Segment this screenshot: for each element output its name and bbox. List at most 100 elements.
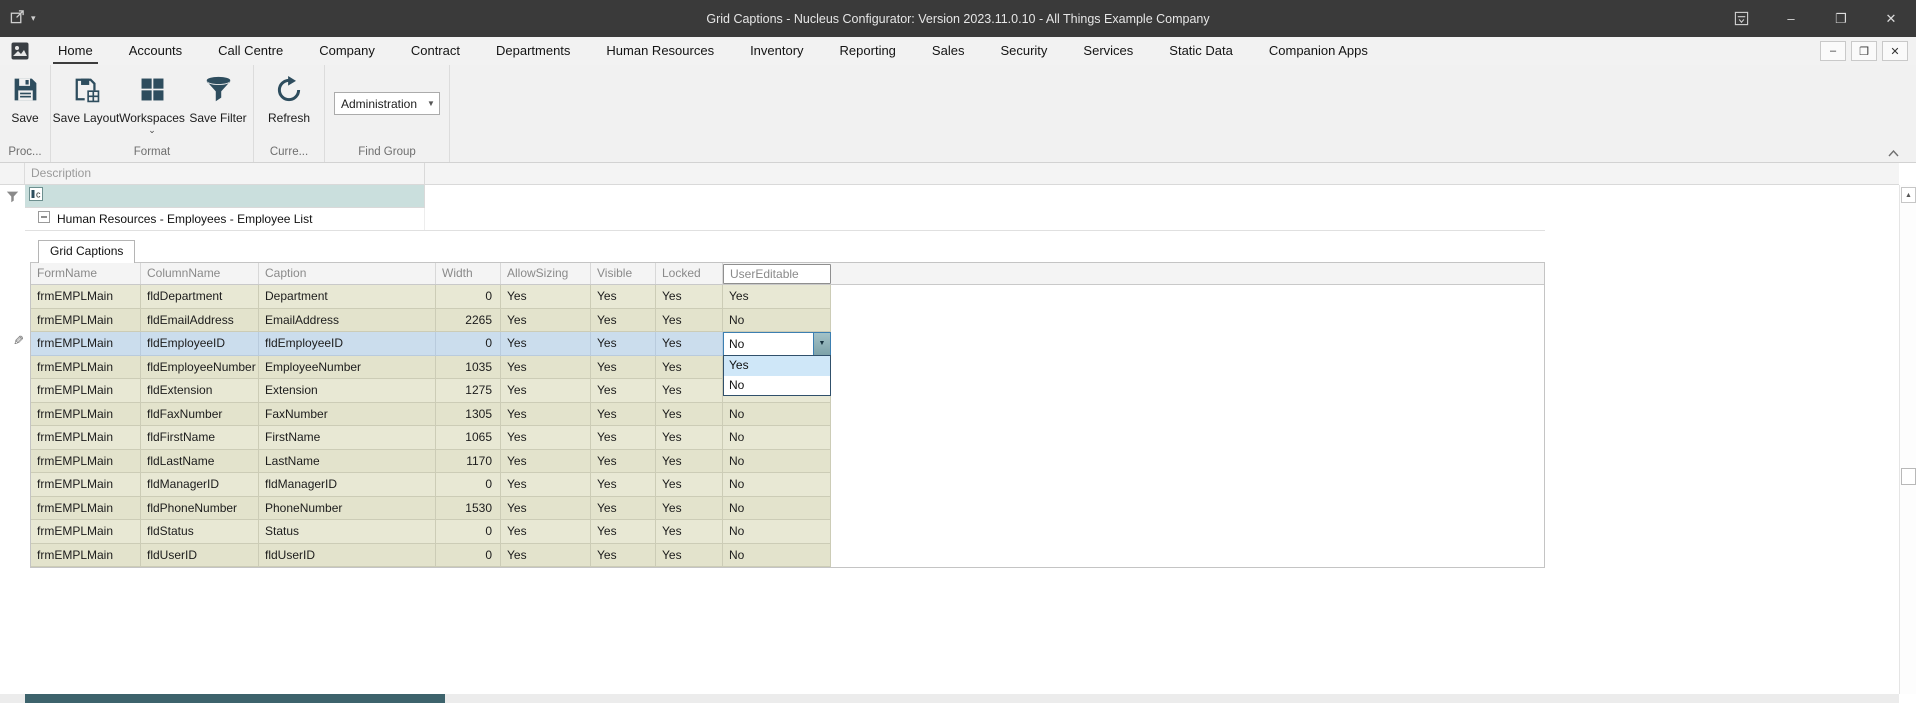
cell[interactable]: Yes: [501, 520, 591, 544]
cell[interactable]: Yes: [656, 449, 723, 473]
scroll-up-icon[interactable]: ▲: [1901, 187, 1916, 203]
cell[interactable]: 1305: [436, 402, 501, 426]
cell[interactable]: FirstName: [259, 426, 436, 450]
cell[interactable]: No: [723, 426, 831, 450]
column-header-usereditable[interactable]: UserEditable: [723, 264, 831, 284]
cell[interactable]: Yes: [501, 285, 591, 309]
cell[interactable]: 0: [436, 332, 501, 356]
table-row[interactable]: frmEMPLMain fldFirstName FirstName 1065 Yes Y…: [31, 426, 1544, 450]
cell[interactable]: Yes: [656, 379, 723, 403]
maximize-button[interactable]: ❐: [1816, 0, 1866, 37]
cell[interactable]: Extension: [259, 379, 436, 403]
cell[interactable]: fldDepartment: [141, 285, 259, 309]
tab-call-centre[interactable]: Call Centre: [201, 37, 300, 65]
cell[interactable]: Yes: [501, 473, 591, 497]
cell[interactable]: Yes: [501, 402, 591, 426]
cell[interactable]: 0: [436, 285, 501, 309]
tab-companion-apps[interactable]: Companion Apps: [1252, 37, 1385, 65]
table-row[interactable]: frmEMPLMain fldFaxNumber FaxNumber 1305 Yes Y…: [31, 402, 1544, 426]
cell[interactable]: Yes: [501, 379, 591, 403]
cell[interactable]: Yes: [656, 426, 723, 450]
vertical-scrollbar[interactable]: ▲: [1899, 185, 1916, 694]
cell[interactable]: Yes: [656, 308, 723, 332]
mdi-close-button[interactable]: ✕: [1882, 41, 1908, 61]
cell[interactable]: 1530: [436, 496, 501, 520]
table-row[interactable]: frmEMPLMain fldUserID fldUserID 0 Yes Yes Yes N…: [31, 543, 1544, 567]
cell[interactable]: fldEmailAddress: [141, 308, 259, 332]
save-layout-button[interactable]: Save Layout: [53, 65, 119, 125]
cell[interactable]: Yes: [591, 355, 656, 379]
cell[interactable]: Yes: [656, 402, 723, 426]
refresh-button[interactable]: Refresh: [256, 65, 322, 125]
tab-sales[interactable]: Sales: [915, 37, 982, 65]
table-row[interactable]: frmEMPLMain fldDepartment Department 0 Yes Ye…: [31, 285, 1544, 309]
cell[interactable]: No: [723, 308, 831, 332]
table-row[interactable]: frmEMPLMain fldManagerID fldManagerID 0 Yes Y…: [31, 473, 1544, 497]
cell[interactable]: frmEMPLMain: [31, 449, 141, 473]
cell[interactable]: Yes: [656, 520, 723, 544]
horizontal-scrollbar-thumb[interactable]: [25, 694, 445, 703]
cell[interactable]: No: [723, 473, 831, 497]
tab-grid-captions[interactable]: Grid Captions: [38, 240, 136, 263]
column-header-allowsizing[interactable]: AllowSizing: [501, 263, 591, 284]
cell[interactable]: frmEMPLMain: [31, 355, 141, 379]
table-row[interactable]: frmEMPLMain fldStatus Status 0 Yes Yes Yes No: [31, 520, 1544, 544]
cell[interactable]: Yes: [591, 520, 656, 544]
cell[interactable]: frmEMPLMain: [31, 543, 141, 567]
cell[interactable]: Yes: [501, 308, 591, 332]
cell[interactable]: fldEmployeeID: [141, 332, 259, 356]
tab-human-resources[interactable]: Human Resources: [589, 37, 731, 65]
table-row[interactable]: frmEMPLMain fldPhoneNumber PhoneNumber 1530…: [31, 496, 1544, 520]
dropdown-button[interactable]: ▼: [813, 333, 830, 355]
cell[interactable]: Yes: [591, 332, 656, 356]
tab-inventory[interactable]: Inventory: [733, 37, 820, 65]
cell[interactable]: Yes: [656, 332, 723, 356]
column-header-visible[interactable]: Visible: [591, 263, 656, 284]
cell[interactable]: EmailAddress: [259, 308, 436, 332]
cell[interactable]: Yes: [591, 308, 656, 332]
cell[interactable]: Yes: [501, 426, 591, 450]
cell[interactable]: Yes: [656, 496, 723, 520]
app-menu-icon[interactable]: [10, 9, 25, 29]
collapse-ribbon-icon[interactable]: [1884, 145, 1902, 161]
cell[interactable]: 0: [436, 473, 501, 497]
dropdown-item-no[interactable]: No: [724, 376, 830, 396]
cell[interactable]: fldEmployeeID: [259, 332, 436, 356]
cell[interactable]: Yes: [591, 473, 656, 497]
cell[interactable]: frmEMPLMain: [31, 426, 141, 450]
quick-access-dropdown-icon[interactable]: ▾: [31, 13, 36, 24]
find-group-combobox[interactable]: Administration ▼: [334, 92, 440, 115]
cell[interactable]: 1065: [436, 426, 501, 450]
cell[interactable]: Yes: [591, 543, 656, 567]
cell[interactable]: frmEMPLMain: [31, 473, 141, 497]
mdi-restore-button[interactable]: ❐: [1851, 41, 1877, 61]
cell[interactable]: Yes: [723, 285, 831, 309]
cell[interactable]: Yes: [501, 355, 591, 379]
cell[interactable]: Yes: [501, 543, 591, 567]
cell[interactable]: fldExtension: [141, 379, 259, 403]
tab-company[interactable]: Company: [302, 37, 392, 65]
tab-static-data[interactable]: Static Data: [1152, 37, 1250, 65]
cell[interactable]: Yes: [501, 449, 591, 473]
cell[interactable]: Yes: [501, 496, 591, 520]
cell[interactable]: Yes: [656, 543, 723, 567]
cell[interactable]: fldManagerID: [259, 473, 436, 497]
tab-services[interactable]: Services: [1066, 37, 1150, 65]
cell[interactable]: fldUserID: [259, 543, 436, 567]
cell[interactable]: fldFirstName: [141, 426, 259, 450]
cell[interactable]: Yes: [656, 355, 723, 379]
cell[interactable]: fldPhoneNumber: [141, 496, 259, 520]
column-header-description[interactable]: Description: [25, 163, 425, 184]
cell[interactable]: frmEMPLMain: [31, 520, 141, 544]
tab-home[interactable]: Home: [41, 37, 110, 65]
cell[interactable]: frmEMPLMain: [31, 402, 141, 426]
cell[interactable]: fldFaxNumber: [141, 402, 259, 426]
collapse-row-icon[interactable]: [38, 210, 50, 228]
mdi-minimize-button[interactable]: –: [1820, 41, 1846, 61]
cell[interactable]: frmEMPLMain: [31, 285, 141, 309]
column-header-caption[interactable]: Caption: [259, 263, 436, 284]
cell[interactable]: Yes: [591, 379, 656, 403]
column-header-columnname[interactable]: ColumnName: [141, 263, 259, 284]
cell[interactable]: No: [723, 520, 831, 544]
cell[interactable]: 1170: [436, 449, 501, 473]
